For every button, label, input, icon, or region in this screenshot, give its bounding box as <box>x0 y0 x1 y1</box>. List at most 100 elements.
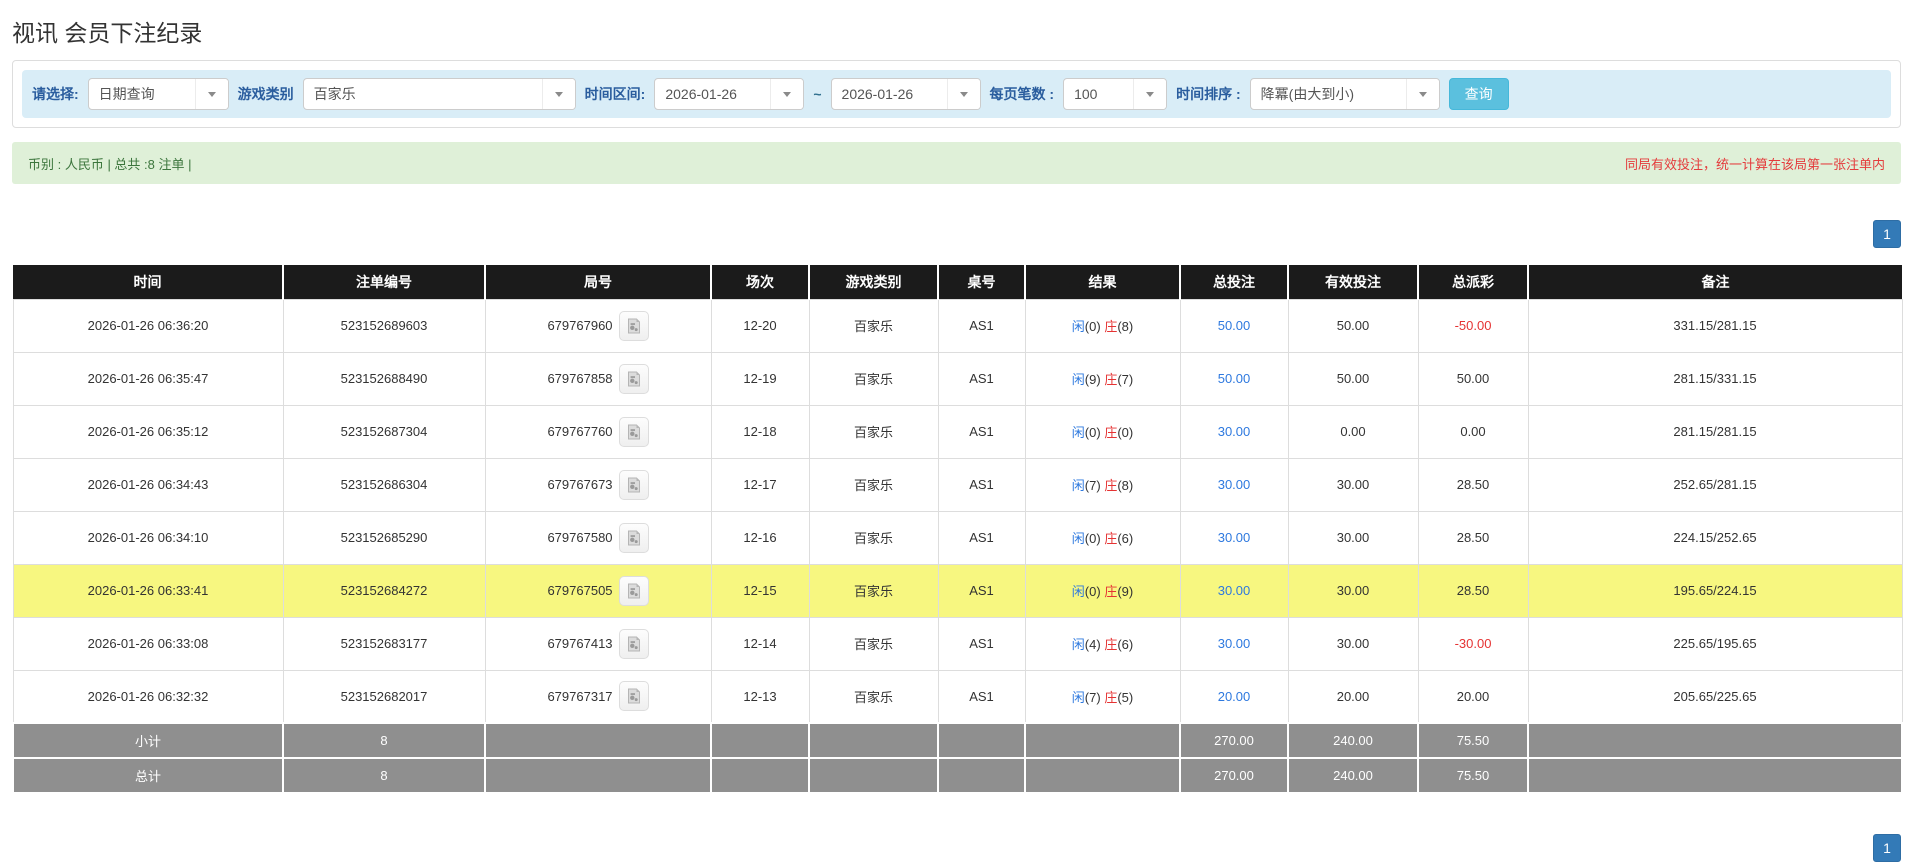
summary-total-bet: 270.00 <box>1179 722 1289 759</box>
video-icon <box>627 371 640 386</box>
time-sort-value: 降冪(由大到小) <box>1260 86 1354 102</box>
pagination-bottom: 1 <box>12 834 1901 862</box>
round-number-text: 679767858 <box>547 371 613 386</box>
total-bet-link[interactable]: 30.00 <box>1218 636 1251 651</box>
total-bet-link[interactable]: 30.00 <box>1218 424 1251 439</box>
query-type-value: 日期查询 <box>98 86 155 102</box>
date-from-input[interactable]: 2026-01-26 <box>654 78 805 110</box>
player-result-label: 闲 <box>1071 531 1085 546</box>
date-to-input[interactable]: 2026-01-26 <box>830 78 981 110</box>
summary-payout: 75.50 <box>1417 757 1529 794</box>
player-result-label: 闲 <box>1071 319 1085 334</box>
cell-total-bet: 20.00 <box>1179 669 1289 724</box>
total-bet-link[interactable]: 30.00 <box>1218 583 1251 598</box>
table-row: 2026-01-26 06:33:08 523152683177 6797674… <box>12 616 1903 671</box>
cell-bet-number: 523152688490 <box>282 351 486 406</box>
cell-total-bet: 30.00 <box>1179 510 1289 565</box>
banker-result-label: 庄 <box>1104 478 1118 493</box>
video-replay-button[interactable] <box>618 575 649 606</box>
video-replay-button[interactable] <box>618 469 649 500</box>
page-button-1[interactable]: 1 <box>1873 834 1901 862</box>
cell-session: 12-13 <box>710 669 810 724</box>
total-bet-link[interactable]: 30.00 <box>1218 530 1251 545</box>
cell-result: 闲(7) 庄(8) <box>1024 457 1181 512</box>
cell-remark: 331.15/281.15 <box>1527 298 1903 353</box>
cell-remark: 224.15/252.65 <box>1527 510 1903 565</box>
game-type-select[interactable]: 百家乐 <box>302 78 576 110</box>
query-button[interactable]: 查询 <box>1448 78 1509 110</box>
video-replay-button[interactable] <box>618 310 649 341</box>
cell-result: 闲(0) 庄(9) <box>1024 563 1181 618</box>
video-replay-button[interactable] <box>618 363 649 394</box>
cell-result: 闲(0) 庄(0) <box>1024 404 1181 459</box>
player-result-label: 闲 <box>1071 689 1085 705</box>
cell-payout: -50.00 <box>1417 298 1529 353</box>
video-icon <box>627 424 640 439</box>
date-from-value: 2026-01-26 <box>665 86 737 102</box>
page-button-1[interactable]: 1 <box>1873 220 1901 248</box>
cell-table-number: AS1 <box>937 457 1026 512</box>
payout-value: 20.00 <box>1456 688 1490 704</box>
cell-payout: 20.00 <box>1417 669 1529 724</box>
total-bet-link[interactable]: 20.00 <box>1218 689 1251 704</box>
video-replay-button[interactable] <box>618 416 649 447</box>
cell-payout: 28.50 <box>1417 457 1529 512</box>
round-number-text: 679767673 <box>547 477 613 492</box>
page-size-select[interactable]: 100 <box>1063 78 1168 110</box>
player-result-label: 闲 <box>1071 637 1085 652</box>
table-row: 2026-01-26 06:35:47 523152688490 6797678… <box>12 351 1903 406</box>
cell-game-type: 百家乐 <box>808 298 939 353</box>
summary-valid-bet: 240.00 <box>1287 722 1419 759</box>
video-icon <box>627 318 640 333</box>
chevron-down-icon <box>946 79 980 109</box>
cell-total-bet: 30.00 <box>1179 457 1289 512</box>
cell-game-type: 百家乐 <box>808 616 939 671</box>
summary-count: 8 <box>282 757 486 794</box>
cell-time: 2026-01-26 06:34:43 <box>12 457 284 512</box>
total-bet-link[interactable]: 50.00 <box>1218 371 1251 386</box>
cell-payout: 28.50 <box>1417 563 1529 618</box>
cell-valid-bet: 30.00 <box>1287 510 1419 565</box>
time-sort-select[interactable]: 降冪(由大到小) <box>1249 78 1440 110</box>
summary-payout: 75.50 <box>1417 722 1529 759</box>
banker-result-label: 庄 <box>1104 319 1118 334</box>
cell-round-number: 679767317 <box>484 669 712 724</box>
same-round-warning-text: 同局有效投注，统一计算在该局第一张注单内 <box>1624 156 1885 172</box>
chevron-down-icon <box>541 79 575 109</box>
pagination-top: 1 <box>12 220 1901 248</box>
payout-value: -30.00 <box>1454 636 1492 651</box>
video-replay-button[interactable] <box>618 628 649 659</box>
video-icon <box>627 636 640 651</box>
payout-value: 50.00 <box>1456 371 1490 386</box>
cell-time: 2026-01-26 06:32:32 <box>12 669 284 724</box>
chevron-down-icon <box>1405 79 1439 109</box>
cell-table-number: AS1 <box>937 669 1026 724</box>
cell-session: 12-19 <box>710 351 810 406</box>
time-range-label: 时间区间: <box>584 86 646 102</box>
table-row: 2026-01-26 06:34:10 523152685290 6797675… <box>12 510 1903 565</box>
cell-session: 12-17 <box>710 457 810 512</box>
cell-result: 闲(4) 庄(6) <box>1024 616 1181 671</box>
cell-time: 2026-01-26 06:36:20 <box>12 298 284 353</box>
query-type-select[interactable]: 日期查询 <box>87 78 229 110</box>
cell-round-number: 679767858 <box>484 351 712 406</box>
cell-remark: 252.65/281.15 <box>1527 457 1903 512</box>
cell-valid-bet: 30.00 <box>1287 616 1419 671</box>
total-bet-link[interactable]: 30.00 <box>1218 477 1251 492</box>
bet-records-table: 时间 注单编号 局号 场次 游戏类别 桌号 结果 总投注 有效投注 总派彩 备注 2026-01-2… <box>12 265 1903 794</box>
video-replay-button[interactable] <box>618 681 649 712</box>
cell-total-bet: 30.00 <box>1179 563 1289 618</box>
cell-bet-number: 523152687304 <box>282 404 486 459</box>
total-bet-link[interactable]: 50.00 <box>1218 318 1251 333</box>
video-replay-button[interactable] <box>618 522 649 553</box>
cell-round-number: 679767580 <box>484 510 712 565</box>
banker-result-label: 庄 <box>1104 689 1118 705</box>
payout-value: 28.50 <box>1456 583 1490 598</box>
table-row: 2026-01-26 06:35:12 523152687304 6797677… <box>12 404 1903 459</box>
cell-result: 闲(0) 庄(8) <box>1024 298 1181 353</box>
cell-remark: 205.65/225.65 <box>1527 669 1903 724</box>
cell-game-type: 百家乐 <box>808 457 939 512</box>
page-size-label: 每页笔数 : <box>989 86 1055 102</box>
cell-round-number: 679767413 <box>484 616 712 671</box>
round-number-text: 679767505 <box>547 583 613 598</box>
